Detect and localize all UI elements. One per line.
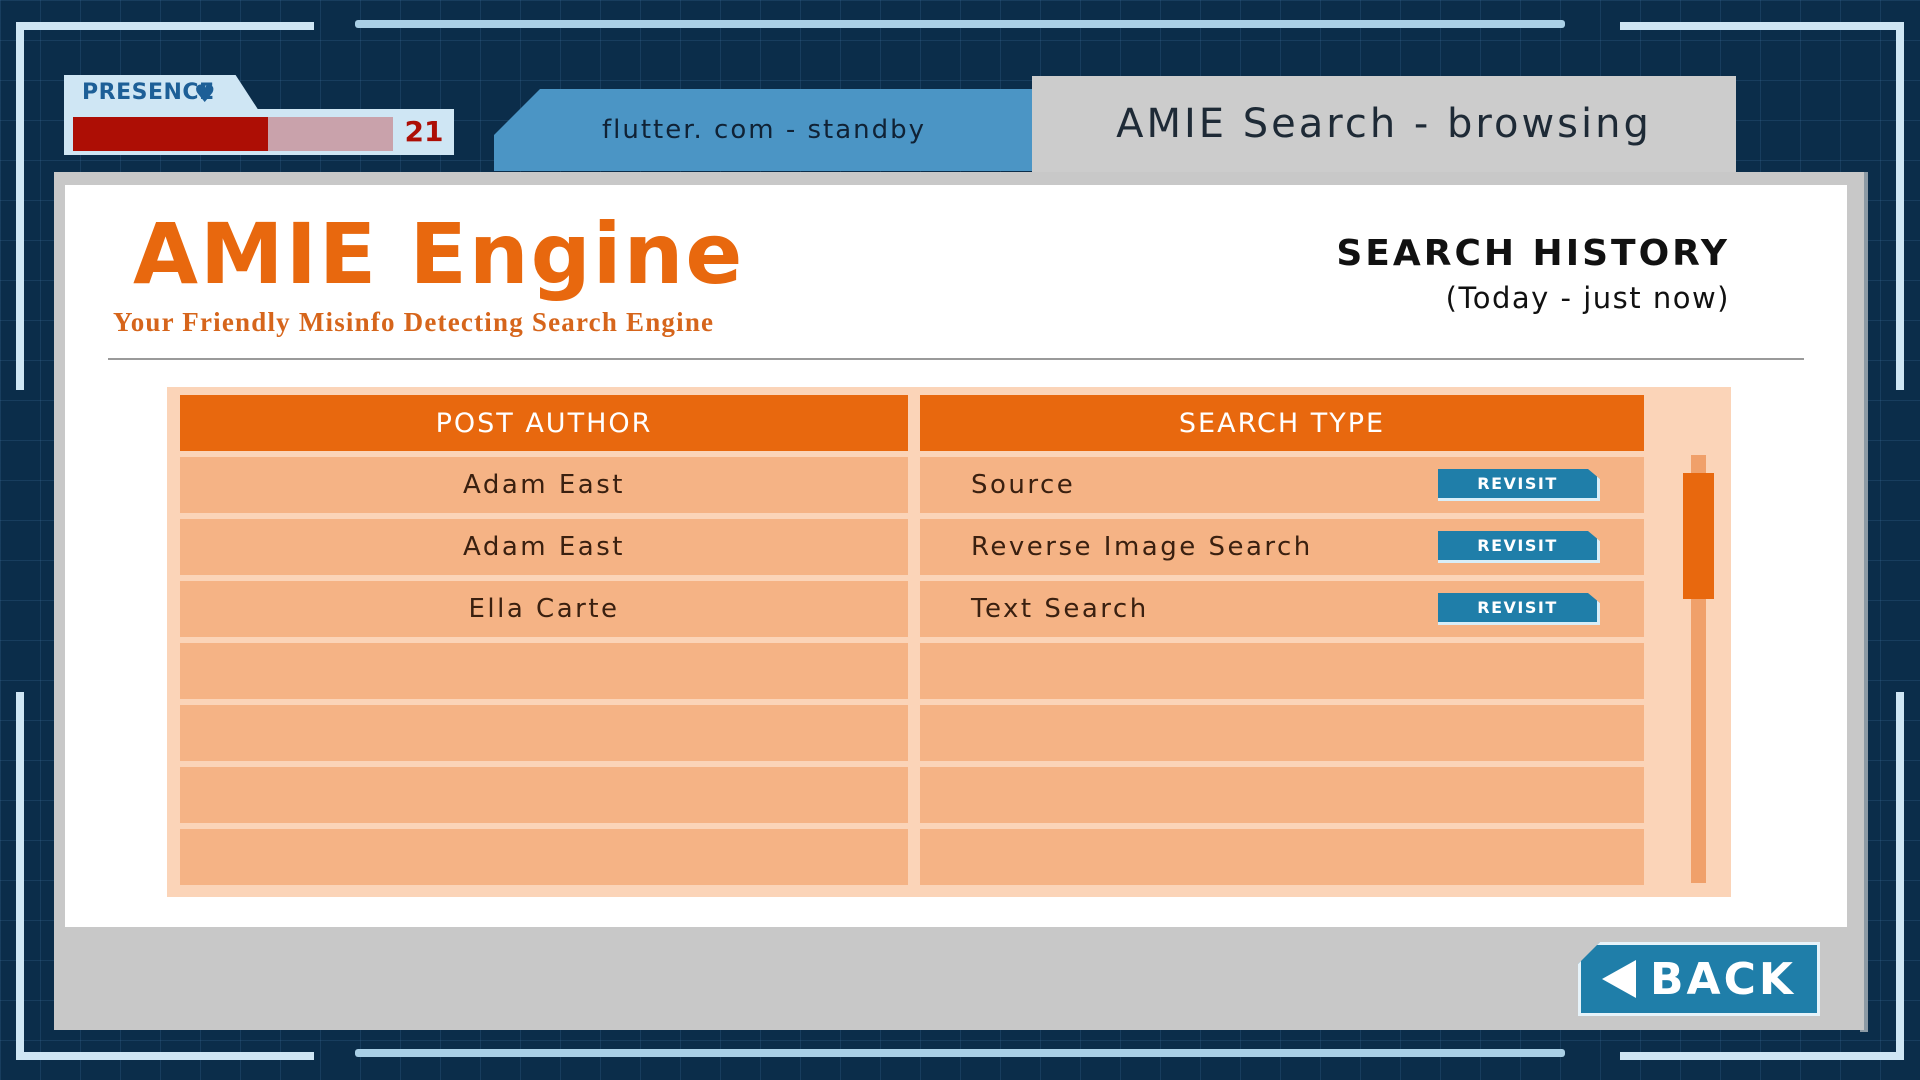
cell-search-type-empty <box>920 705 1644 761</box>
cell-search-type: Text Search REVISIT <box>920 581 1644 637</box>
cell-author-empty <box>180 767 908 823</box>
cell-author-empty <box>180 643 908 699</box>
cell-search-type-label: Source <box>971 470 1076 500</box>
cell-search-type-label: Reverse Image Search <box>971 532 1313 562</box>
cell-search-type-label: Text Search <box>971 594 1149 624</box>
cell-author: Adam East <box>180 519 908 575</box>
back-button[interactable]: BACK <box>1578 942 1820 1016</box>
tab-amie-search[interactable]: AMIE Search - browsing <box>1032 76 1736 172</box>
cell-search-type-empty <box>920 643 1644 699</box>
logo-title: AMIE Engine <box>133 205 745 303</box>
cell-author-empty <box>180 705 908 761</box>
cell-author: Ella Carte <box>180 581 908 637</box>
cell-author: Adam East <box>180 457 908 513</box>
back-arrow-icon <box>1602 960 1636 998</box>
column-header-search-type: SEARCH TYPE <box>920 395 1644 451</box>
back-button-label: BACK <box>1650 953 1796 1005</box>
hud-top-bar <box>355 20 1565 28</box>
presence-value: 21 <box>404 115 444 148</box>
heart-icon: ♥ <box>194 80 216 108</box>
cell-search-type: Reverse Image Search REVISIT <box>920 519 1644 575</box>
divider <box>108 358 1804 360</box>
revisit-button[interactable]: REVISIT <box>1438 531 1600 563</box>
presence-bar-fill <box>73 117 269 151</box>
presence-meter: PRESENCE ♥ 21 <box>64 75 454 155</box>
scrollbar-thumb[interactable] <box>1683 473 1714 599</box>
cell-search-type-empty <box>920 767 1644 823</box>
cell-search-type: Source REVISIT <box>920 457 1644 513</box>
revisit-button[interactable]: REVISIT <box>1438 469 1600 501</box>
tab-flutter[interactable]: flutter. com - standby <box>494 89 1034 171</box>
presence-panel: 21 <box>64 109 454 155</box>
cell-search-type-empty <box>920 829 1644 885</box>
presence-bar-track <box>73 117 393 151</box>
page-title: SEARCH HISTORY <box>1336 233 1730 274</box>
logo-tagline: Your Friendly Misinfo Detecting Search E… <box>113 307 715 337</box>
page-subtitle: (Today - just now) <box>1445 281 1730 315</box>
revisit-button[interactable]: REVISIT <box>1438 593 1600 625</box>
cell-author-empty <box>180 829 908 885</box>
column-header-post-author: POST AUTHOR <box>180 395 908 451</box>
hud-bottom-bar <box>355 1049 1565 1057</box>
